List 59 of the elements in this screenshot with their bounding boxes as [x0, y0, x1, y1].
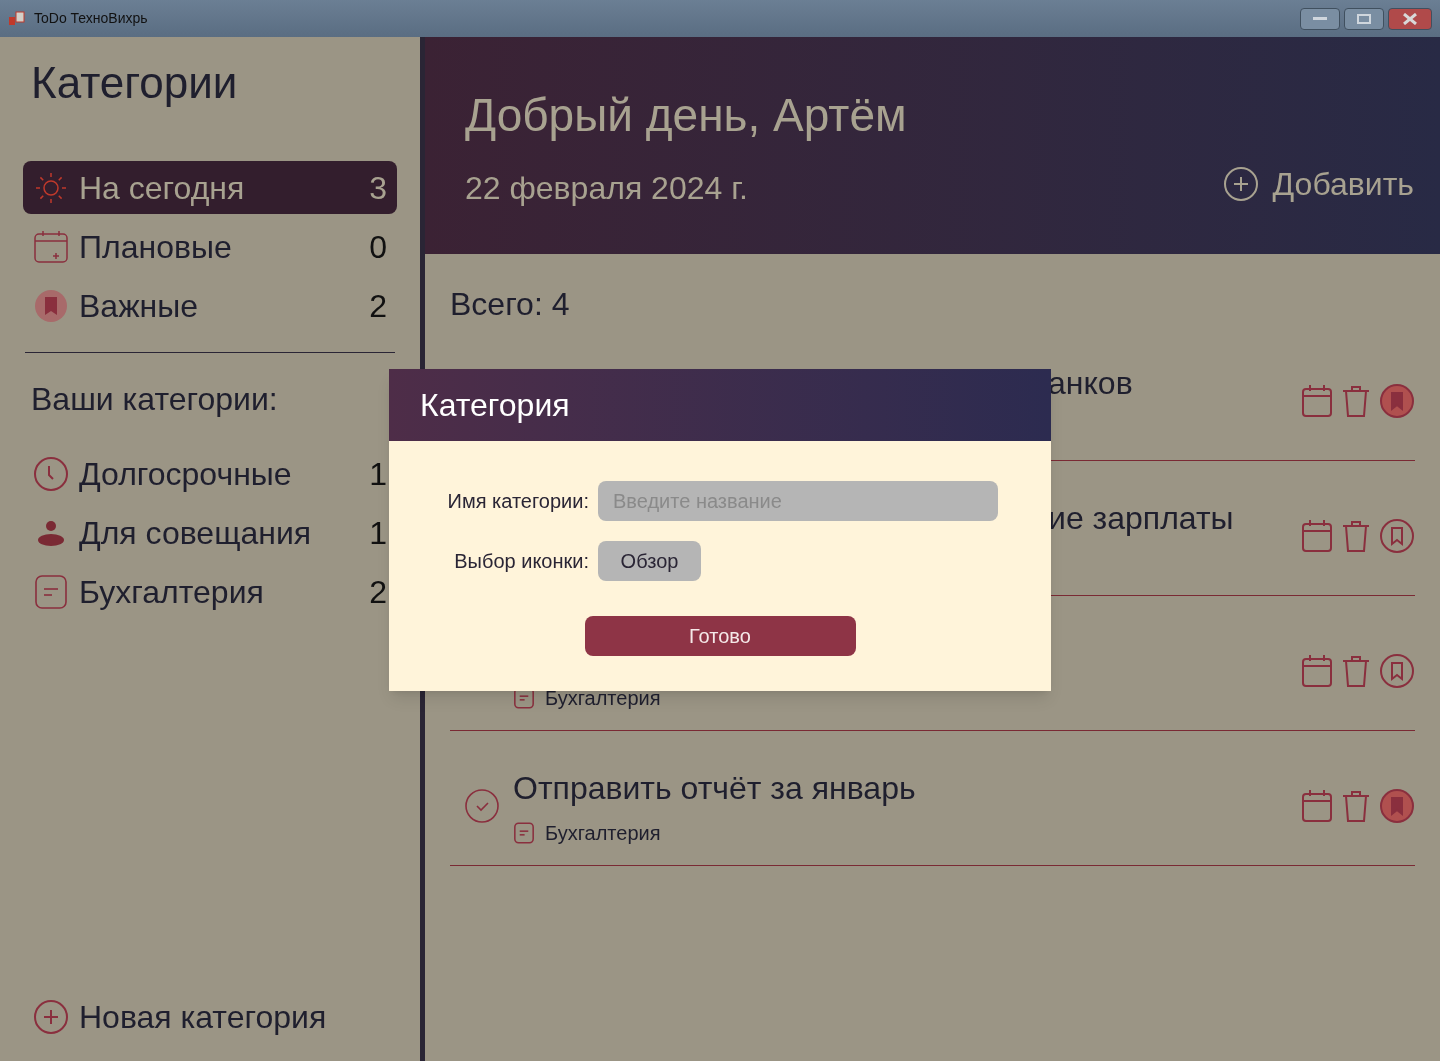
maximize-button[interactable] [1344, 7, 1384, 30]
category-label: Долгосрочные [79, 454, 292, 494]
note-icon [33, 573, 69, 610]
new-category-button[interactable]: Новая категория [23, 993, 397, 1041]
category-item[interactable]: Плановые 0 [23, 220, 397, 273]
category-count: 0 [369, 227, 387, 267]
trash-icon[interactable] [1341, 654, 1371, 688]
category-item[interactable]: На сегодня 3 [23, 161, 397, 214]
trash-icon[interactable] [1341, 519, 1371, 553]
app-icon [8, 10, 26, 27]
minimize-button[interactable] [1300, 7, 1340, 30]
trash-icon[interactable] [1341, 384, 1371, 418]
task-title: анков [1048, 364, 1133, 403]
clock-icon [33, 455, 69, 492]
field-label: Выбор иконки: [453, 549, 589, 574]
total-count: Всего: 4 [450, 285, 571, 324]
plus-circle-icon [1222, 166, 1259, 202]
date-label: 22 февраля 2024 г. [465, 169, 749, 208]
category-label: Бухгалтерия [79, 572, 264, 612]
calendar-add-icon [33, 228, 69, 265]
category-item[interactable]: Долгосрочные 1 [23, 447, 397, 500]
dialog-title: Категория [420, 386, 570, 425]
calendar-icon[interactable] [1301, 654, 1333, 688]
calendar-icon[interactable] [1301, 384, 1333, 418]
category-item[interactable]: Бухгалтерия 2 [23, 565, 397, 618]
close-button[interactable] [1388, 7, 1432, 30]
task-title: Отправить отчёт за январь [513, 769, 916, 808]
section-title: Ваши категории: [31, 380, 279, 419]
task-category: Бухгалтерия [545, 686, 661, 711]
calendar-icon[interactable] [1301, 519, 1333, 553]
category-count: 2 [369, 572, 387, 612]
category-count: 3 [369, 168, 387, 208]
sidebar-title: Категории [31, 61, 239, 105]
check-circle-icon[interactable] [463, 788, 500, 824]
bookmark-icon[interactable] [1379, 518, 1415, 554]
add-button[interactable]: Добавить [1222, 160, 1414, 208]
category-item[interactable]: Важные 2 [23, 279, 397, 332]
category-count: 2 [369, 286, 387, 326]
trash-icon[interactable] [1341, 789, 1371, 823]
note-icon [513, 822, 535, 844]
plus-circle-icon [33, 999, 69, 1035]
task-category: Бухгалтерия [545, 821, 661, 846]
category-label: На сегодня [79, 168, 245, 208]
done-button[interactable]: Готово [584, 616, 856, 656]
category-label: Важные [79, 286, 198, 326]
window-title: ToDo ТехноВихрь [34, 9, 148, 28]
category-count: 1 [369, 454, 387, 494]
category-label: Плановые [79, 227, 232, 267]
bookmark-icon[interactable] [1379, 653, 1415, 689]
bookmark-icon[interactable] [1379, 788, 1415, 824]
category-item[interactable]: Для совещания 1 [23, 506, 397, 559]
bookmark-icon [33, 287, 69, 324]
browse-button[interactable]: Обзор [598, 541, 701, 581]
category-count: 1 [369, 513, 387, 553]
close-icon [1402, 12, 1418, 25]
bookmark-icon[interactable] [1379, 383, 1415, 419]
field-label: Имя категории: [446, 489, 589, 514]
calendar-icon[interactable] [1301, 789, 1333, 823]
category-label: Для совещания [79, 513, 312, 553]
